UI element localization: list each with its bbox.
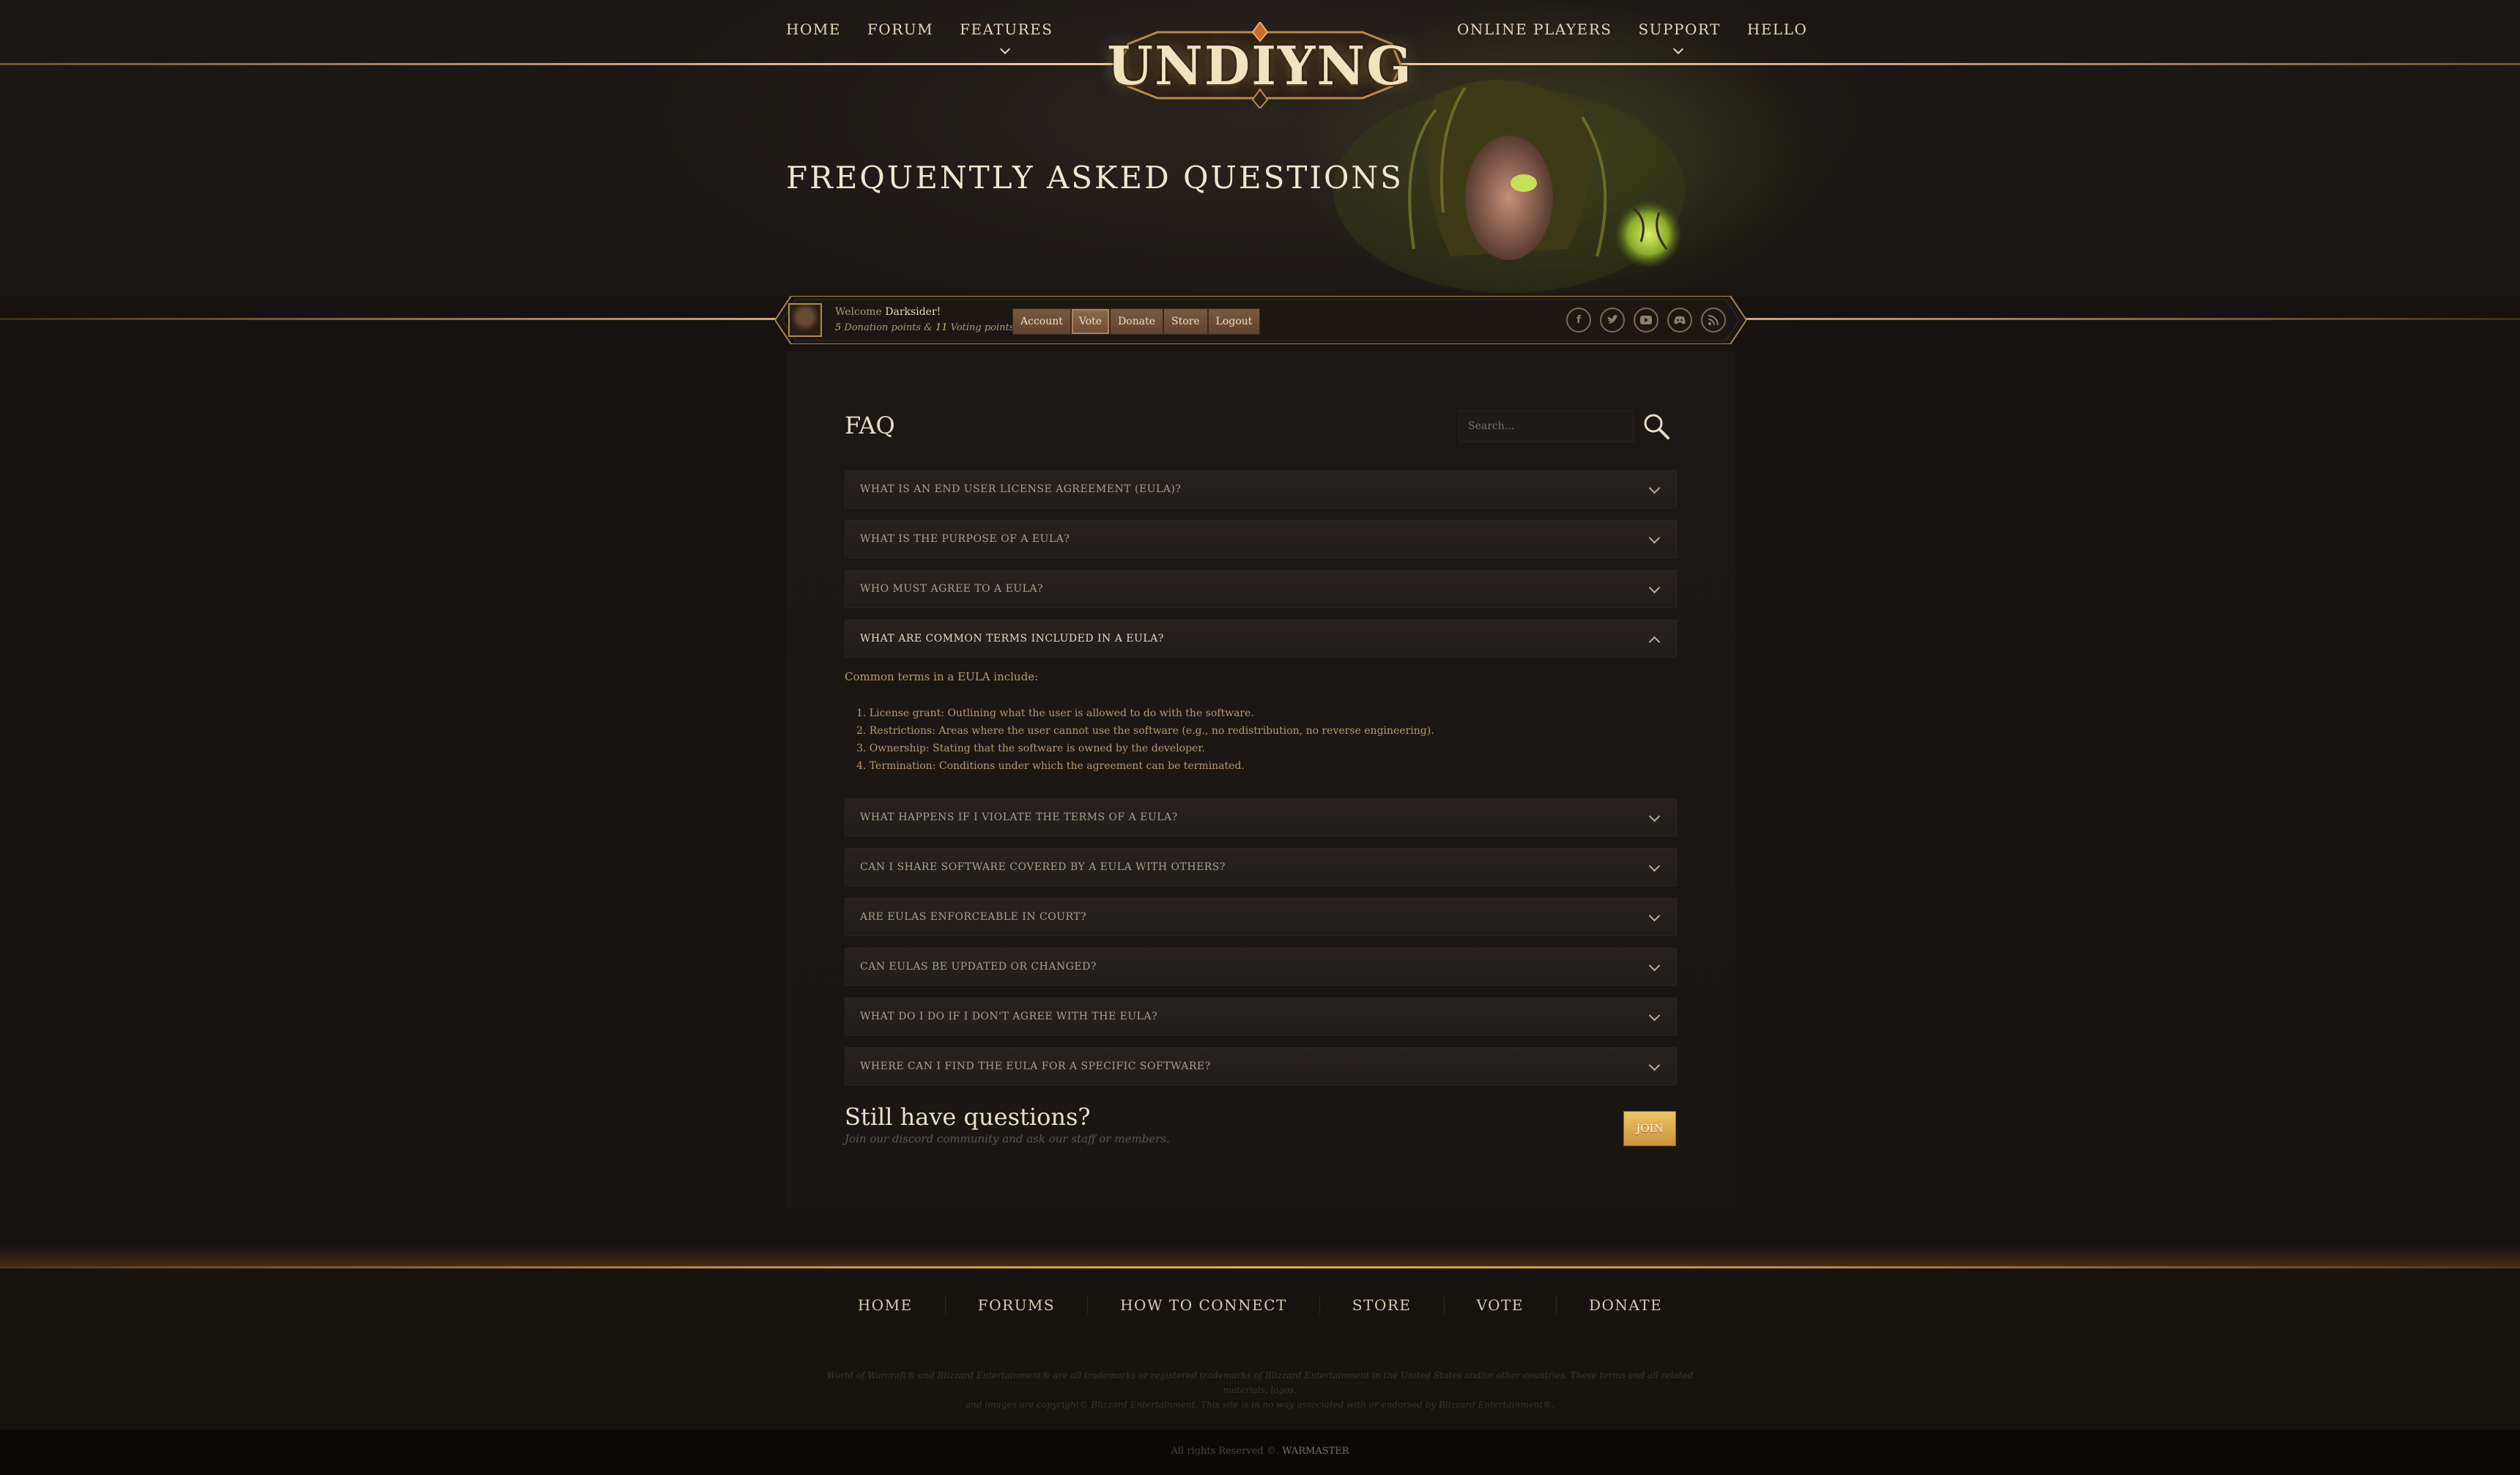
vote-button[interactable]: Vote [1070, 308, 1111, 335]
disclaimer-line: World of Warcraft® and Blizzard Entertai… [826, 1370, 1694, 1395]
hero-header: Home Forum Features Online Players Suppo… [0, 0, 2520, 297]
cta-subtitle: Join our discord community and ask our s… [845, 1132, 1170, 1145]
faq-question[interactable]: Where can I find the EULA for a specific… [845, 1047, 1677, 1085]
faq-question-text: What is the purpose of a EULA? [860, 533, 1070, 545]
faq-question[interactable]: What do I do if I don't agree with the E… [845, 997, 1677, 1036]
logout-button[interactable]: Logout [1207, 308, 1261, 335]
faq-question-text: Are EULAs enforceable in court? [860, 911, 1087, 923]
faq-question-text: Where can I find the EULA for a specific… [860, 1060, 1211, 1072]
footer-nav: Home Forums How to Connect Store Vote Do… [0, 1296, 2520, 1314]
search-input[interactable] [1459, 410, 1634, 442]
welcome-prefix: Welcome [835, 306, 882, 318]
nav-support[interactable]: Support [1638, 21, 1721, 55]
page-title: Frequently Asked Questions [786, 160, 1404, 196]
facebook-icon[interactable]: f [1566, 308, 1591, 332]
footer-link-donate[interactable]: Donate [1555, 1296, 1694, 1314]
youtube-icon[interactable] [1634, 308, 1659, 332]
chevron-down-icon [1648, 582, 1661, 594]
chevron-up-icon [1648, 636, 1661, 648]
cta-title: Still have questions? [845, 1103, 1091, 1131]
faq-question[interactable]: Who must agree to a EULA? [845, 570, 1677, 608]
faq-question-open[interactable]: What are common terms included in a EULA… [845, 620, 1677, 658]
chevron-down-icon [1648, 810, 1661, 822]
footer: Home Forums How to Connect Store Vote Do… [0, 1268, 2520, 1430]
faq-question-text: What happens if I violate the terms of a… [860, 811, 1178, 823]
faq-question-text: Can I share software covered by a EULA w… [860, 861, 1226, 873]
join-button[interactable]: JOIN [1623, 1111, 1676, 1146]
faq-question[interactable]: Can EULAs be updated or changed? [845, 948, 1677, 986]
faq-question-text: What do I do if I don't agree with the E… [860, 1011, 1158, 1022]
footer-glow [0, 1245, 2520, 1267]
chevron-down-icon [1648, 482, 1661, 494]
faq-question[interactable]: What is an End User License Agreement (E… [845, 470, 1677, 508]
rss-icon[interactable] [1701, 308, 1726, 332]
disclaimer-line: and images are copyright© Blizzard Enter… [965, 1400, 1555, 1410]
nav-forum[interactable]: Forum [867, 21, 933, 38]
footer-link-forums[interactable]: Forums [944, 1296, 1087, 1314]
site-logo[interactable]: UNDIYNG [1107, 22, 1412, 108]
faq-question[interactable]: What happens if I violate the terms of a… [845, 798, 1677, 836]
username: Darksider! [885, 306, 941, 318]
list-item: 2. Restrictions: Areas where the user ca… [856, 725, 1434, 737]
chevron-down-icon [1672, 43, 1683, 55]
copyright-brand[interactable]: WARMASTER [1282, 1446, 1349, 1457]
list-item: 3. Ownership: Stating that the software … [856, 743, 1205, 754]
faq-question-text: Can EULAs be updated or changed? [860, 961, 1097, 973]
chevron-down-icon [1648, 532, 1661, 544]
list-item: 1. License grant: Outlining what the use… [856, 707, 1254, 719]
nav-features-label: Features [960, 21, 1053, 38]
main-nav-right: Online Players Support Hello [1457, 21, 1808, 55]
footer-link-vote[interactable]: Vote [1443, 1296, 1556, 1314]
discord-icon[interactable] [1667, 308, 1692, 332]
faq-heading: FAQ [845, 412, 895, 439]
footer-link-how-to-connect[interactable]: How to Connect [1087, 1296, 1319, 1314]
search-icon[interactable] [1642, 412, 1671, 441]
list-item: 4. Termination: Conditions under which t… [856, 760, 1245, 772]
voting-points-value: 11 [935, 322, 948, 333]
copyright-text: All rights Reserved ©. [1171, 1446, 1280, 1457]
faq-question-text: Who must agree to a EULA? [860, 583, 1044, 595]
social-links: f [1566, 308, 1726, 332]
main-nav-left: Home Forum Features [786, 21, 1053, 55]
chevron-down-icon [999, 43, 1010, 55]
footer-link-home[interactable]: Home [826, 1296, 945, 1314]
nav-hello[interactable]: Hello [1747, 21, 1808, 38]
user-bar: Welcome Darksider! 5 Donation points & 1… [775, 296, 1746, 344]
twitter-icon[interactable] [1600, 308, 1625, 332]
nav-support-label: Support [1638, 21, 1721, 38]
donation-points-label: Donation points & [844, 322, 933, 333]
faq-question[interactable]: What is the purpose of a EULA? [845, 520, 1677, 558]
nav-home[interactable]: Home [786, 21, 841, 38]
copyright: All rights Reserved ©. WARMASTER [0, 1446, 2520, 1457]
copyright-bar: All rights Reserved ©. WARMASTER [0, 1430, 2520, 1475]
footer-link-store[interactable]: Store [1319, 1296, 1444, 1314]
welcome-message: Welcome Darksider! [835, 306, 941, 318]
faq-question-text: What are common terms included in a EULA… [860, 633, 1164, 644]
points-summary: 5 Donation points & 11 Voting points [835, 322, 1014, 333]
legal-disclaimer: World of Warcraft® and Blizzard Entertai… [806, 1368, 1714, 1412]
faq-question[interactable]: Can I share software covered by a EULA w… [845, 848, 1677, 886]
chevron-down-icon [1648, 860, 1661, 872]
nav-features[interactable]: Features [960, 21, 1053, 55]
account-button[interactable]: Account [1012, 308, 1071, 335]
nav-online-players[interactable]: Online Players [1457, 21, 1612, 38]
faq-panel: FAQ What is an End User License Agreemen… [786, 352, 1735, 1208]
voting-points-label: Voting points [950, 322, 1015, 333]
donation-points-value: 5 [835, 322, 842, 333]
donate-button[interactable]: Donate [1110, 308, 1163, 335]
chevron-down-icon [1648, 959, 1661, 972]
logo-text: UNDIYNG [1107, 34, 1413, 97]
faq-answer-list: 1. License grant: Outlining what the use… [856, 705, 1434, 775]
chevron-down-icon [1648, 1059, 1661, 1071]
faq-answer-intro: Common terms in a EULA include: [845, 670, 1039, 683]
avatar[interactable] [788, 303, 822, 337]
chevron-down-icon [1648, 910, 1661, 922]
store-button[interactable]: Store [1163, 308, 1208, 335]
user-actions: Account Vote Donate Store Logout [1012, 308, 1261, 335]
chevron-down-icon [1648, 1009, 1661, 1022]
faq-question-text: What is an End User License Agreement (E… [860, 483, 1182, 495]
faq-question[interactable]: Are EULAs enforceable in court? [845, 898, 1677, 936]
